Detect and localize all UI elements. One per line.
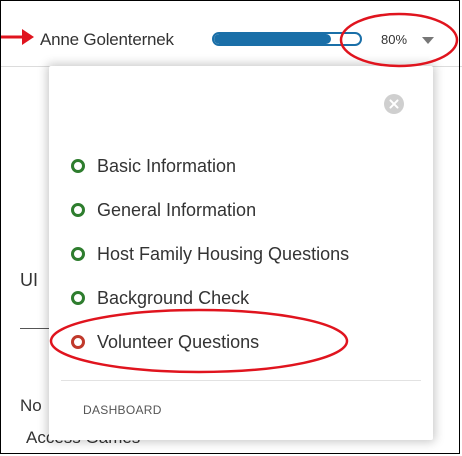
- background-row-fragment: No: [20, 396, 42, 415]
- dashboard-link[interactable]: DASHBOARD: [83, 403, 162, 417]
- background-heading-fragment: UI: [20, 270, 38, 290]
- step-background-check[interactable]: Background Check: [69, 276, 349, 320]
- chevron-down-icon[interactable]: [422, 37, 434, 44]
- pointer-arrow-icon: [0, 29, 34, 45]
- background-divider: [20, 328, 50, 329]
- complete-status-icon: [71, 159, 85, 173]
- complete-status-icon: [71, 203, 85, 217]
- profile-progress-bar[interactable]: [212, 32, 362, 46]
- step-label: General Information: [97, 199, 257, 220]
- step-label: Basic Information: [97, 155, 237, 176]
- user-name[interactable]: Anne Golenternek: [40, 30, 174, 50]
- progress-bar-fill: [214, 34, 331, 44]
- step-label: Volunteer Questions: [97, 331, 260, 352]
- progress-percent: 80%: [381, 32, 408, 47]
- close-icon[interactable]: [384, 94, 404, 114]
- step-basic-information[interactable]: Basic Information: [69, 144, 349, 188]
- incomplete-status-icon: [71, 335, 85, 349]
- top-bar: Anne Golenternek 80%: [0, 0, 462, 67]
- step-host-family-housing-questions[interactable]: Host Family Housing Questions: [69, 232, 349, 276]
- complete-status-icon: [71, 291, 85, 305]
- step-volunteer-questions[interactable]: Volunteer Questions: [69, 320, 349, 364]
- profile-progress-dropdown: Basic Information General Information Ho…: [49, 66, 433, 440]
- step-label: Host Family Housing Questions: [97, 243, 350, 264]
- dropdown-divider: [61, 380, 421, 381]
- step-label: Background Check: [97, 287, 250, 308]
- step-general-information[interactable]: General Information: [69, 188, 349, 232]
- step-list: Basic Information General Information Ho…: [69, 144, 349, 364]
- complete-status-icon: [71, 247, 85, 261]
